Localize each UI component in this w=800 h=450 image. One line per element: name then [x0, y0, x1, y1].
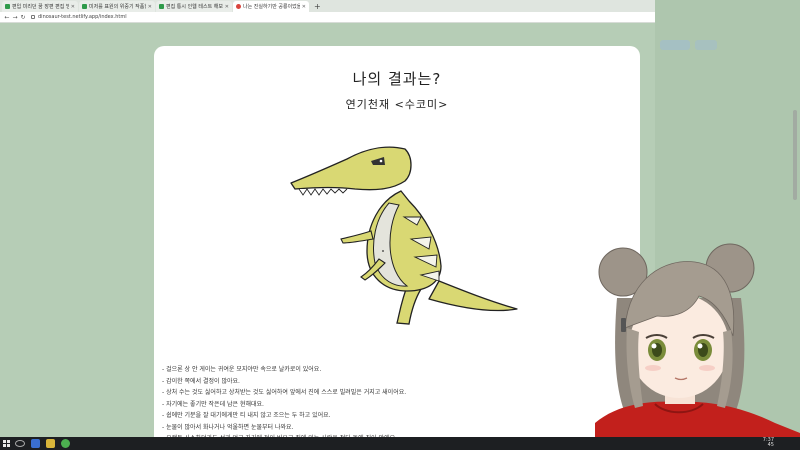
result-card: 나의 결과는? 연기천재 <수코미> - 걸으론 상 안 게이는 귀여운 모지야… [154, 46, 640, 450]
tab-title: 미저를 표원의 위중기 작품한 [89, 4, 146, 10]
close-icon[interactable]: ✕ [225, 4, 229, 10]
address-bar[interactable]: dinosaur-test.netlify.app/index.html [31, 14, 127, 20]
tab-title: 편입 미리던 꿈 장편 편집 방송 [12, 4, 69, 10]
dino-teeth [298, 188, 348, 196]
forward-icon[interactable]: → [11, 14, 19, 21]
sheet-icon [5, 4, 10, 9]
result-description-list: - 걸으론 상 안 게이는 귀여운 모지야만 속으로 날카로이 있어요. - 감… [162, 364, 632, 445]
close-icon[interactable]: ✕ [302, 4, 306, 10]
description-item: - 걸으론 상 안 게이는 귀여운 모지야만 속으로 날카로이 있어요. [162, 366, 322, 373]
blurred-element [660, 40, 690, 50]
browser-toolbar: ← → ↻ dinosaur-test.netlify.app/index.ht… [0, 12, 655, 23]
hair-clip [621, 318, 626, 332]
chrome-icon[interactable] [61, 439, 70, 448]
sheet-icon [159, 4, 164, 9]
description-item: - 쉽에만 기분을 잘 대기에게만 티 내지 않고 조으는 두 하고 있어요. [162, 412, 331, 419]
browser-tab[interactable]: 미저를 표원의 위중기 작품한 ✕ [79, 1, 155, 12]
tab-title: 나는 진실하기만 공룡이었을까 [243, 4, 300, 10]
result-title: 나의 결과는? [352, 70, 442, 88]
sheet-icon [82, 4, 87, 9]
close-icon[interactable]: ✕ [148, 4, 152, 10]
description-item: - 눈물이 많아서 화나거나 억울하면 눈물부터 나와요. [162, 423, 294, 431]
dino-head [290, 146, 412, 191]
tab-title: 편집 통시 인웹 테스트 해보리 [166, 4, 223, 10]
close-icon[interactable]: ✕ [71, 4, 75, 10]
result-subtitle: 연기천재 <수코미> [345, 98, 449, 111]
search-icon[interactable] [15, 440, 25, 447]
lock-icon [31, 15, 35, 19]
blurred-element [695, 40, 717, 50]
task-view-icon[interactable] [31, 439, 40, 448]
streamer-avatar [595, 243, 800, 450]
dino-tail [428, 280, 518, 312]
dino-icon [236, 4, 241, 9]
windows-start-icon[interactable] [3, 440, 10, 447]
reload-icon[interactable]: ↻ [19, 14, 27, 21]
browser-tab-active[interactable]: 나는 진실하기만 공룡이었을까 ✕ [233, 1, 309, 12]
dinosaur-illustration [290, 146, 518, 325]
tab-bar: 편입 미리던 꿈 장편 편집 방송 ✕ 미저를 표원의 위중기 작품한 ✕ 편집… [0, 0, 655, 12]
scrollbar[interactable] [793, 110, 797, 200]
browser-tab[interactable]: 편집 통시 인웹 테스트 해보리 ✕ [156, 1, 232, 12]
clock-date: 45 [767, 442, 774, 448]
new-tab-button[interactable]: + [310, 1, 325, 12]
folder-icon[interactable] [46, 439, 55, 448]
url-text: dinosaur-test.netlify.app/index.html [38, 14, 127, 20]
description-item: - 상처 수는 것도 싫어하고 상처받는 것도 싫어하여 앞에서 진에 스스로 … [162, 389, 407, 396]
description-item: - 자기에는 좋기만 작은데 남은 현해대요. [162, 400, 264, 408]
taskbar: 7:37 45 [0, 437, 800, 450]
system-clock[interactable]: 7:37 45 [763, 438, 774, 448]
back-icon[interactable]: ← [3, 14, 11, 21]
browser-tab[interactable]: 편입 미리던 꿈 장편 편집 방송 ✕ [2, 1, 78, 12]
description-item: - 감이한 쪽에서 결정이 많아요. [162, 377, 240, 385]
